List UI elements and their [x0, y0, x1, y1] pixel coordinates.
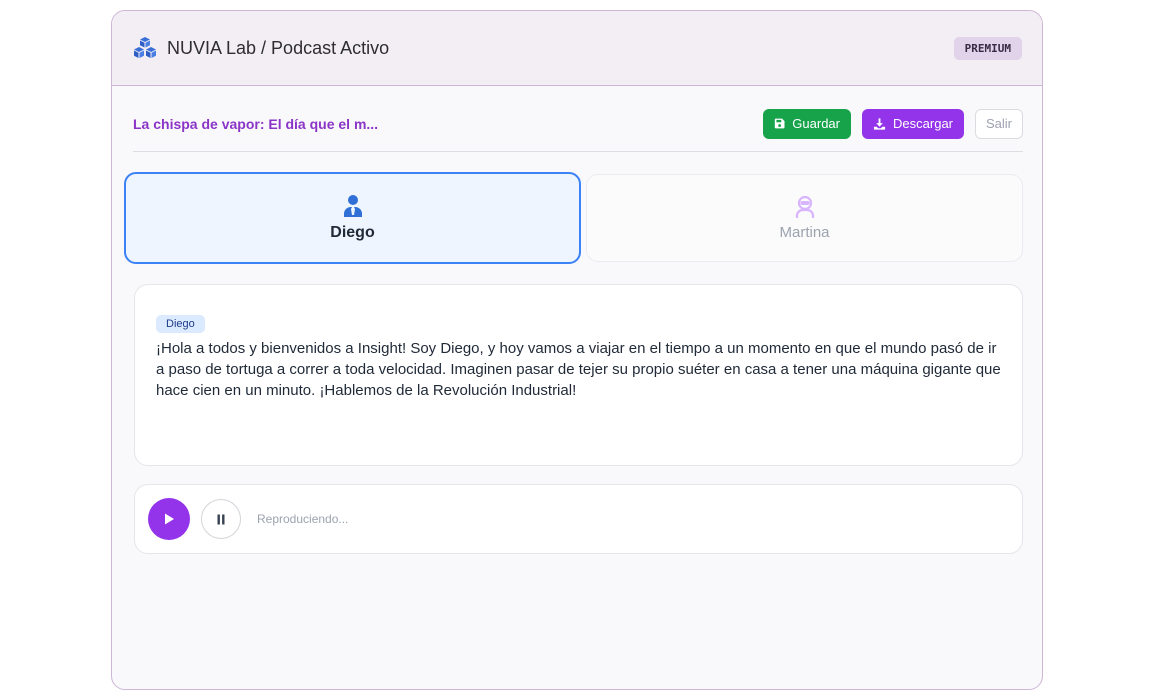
episode-toolbar: La chispa de vapor: El día que el m... G…	[133, 108, 1023, 152]
floppy-disk-icon	[774, 118, 785, 129]
cubes-icon	[132, 36, 158, 60]
download-button-label: Descargar	[893, 116, 953, 131]
user-tie-icon	[343, 195, 362, 217]
play-icon	[165, 513, 174, 525]
play-button[interactable]	[148, 498, 190, 540]
download-icon	[873, 117, 886, 130]
save-button-label: Guardar	[792, 116, 840, 131]
speaker-name: Martina	[779, 223, 830, 241]
save-button[interactable]: Guardar	[763, 108, 851, 139]
toolbar-actions: Guardar Descargar Salir	[763, 108, 1023, 139]
app-title: NUVIA Lab / Podcast Activo	[167, 37, 390, 58]
audio-player: Reproduciendo...	[134, 484, 1023, 554]
speaker-card-diego[interactable]: Diego	[124, 172, 581, 264]
playback-status: Reproduciendo...	[257, 512, 349, 526]
transcript-text: ¡Hola a todos y bienvenidos a Insight! S…	[156, 340, 1001, 399]
pause-icon	[217, 514, 225, 524]
user-astronaut-icon	[795, 195, 814, 218]
download-button[interactable]: Descargar	[862, 108, 964, 139]
speaker-selector: Diego Martina	[124, 172, 1024, 264]
app-header: NUVIA Lab / Podcast Activo PREMIUM	[112, 11, 1042, 86]
app-window: NUVIA Lab / Podcast Activo PREMIUM La ch…	[111, 10, 1043, 690]
speaker-tag: Diego	[156, 315, 205, 333]
pause-button[interactable]	[201, 499, 241, 539]
speaker-name: Diego	[330, 224, 375, 241]
episode-title: La chispa de vapor: El día que el m...	[133, 115, 379, 132]
speaker-card-martina[interactable]: Martina	[586, 174, 1023, 262]
transcript-panel: Diego ¡Hola a todos y bienvenidos a Insi…	[134, 284, 1023, 466]
exit-button[interactable]: Salir	[975, 108, 1023, 139]
premium-badge: PREMIUM	[953, 36, 1022, 60]
